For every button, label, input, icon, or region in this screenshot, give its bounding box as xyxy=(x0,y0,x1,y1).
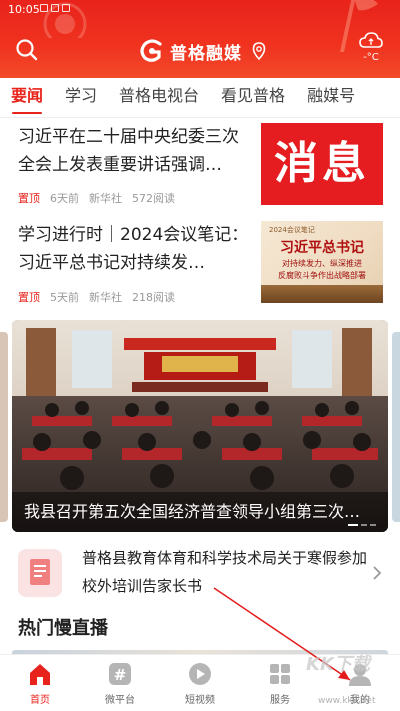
thumbnail-desk xyxy=(261,285,383,303)
notice-title: 普格县教育体育和科学技术局关于寒假参加校外培训告家长书 xyxy=(82,549,368,595)
brand: 普格融媒 xyxy=(138,38,266,64)
tabbar-label: 服务 xyxy=(270,695,290,706)
channel-tabs: 要闻 学习 普格电视台 看见普格 融媒号 xyxy=(0,78,400,118)
banner-caption: 我县召开第五次全国经济普查领导小组第三次… xyxy=(24,502,361,521)
notice-item[interactable]: 普格县教育体育和科学技术局关于寒假参加校外培训告家长书 xyxy=(0,540,400,610)
thumbnail-label: 2024会议笔记 xyxy=(269,226,315,234)
news-source: 新华社 xyxy=(89,291,122,304)
location-icon[interactable] xyxy=(252,42,266,60)
tabbar-video[interactable]: 短视频 xyxy=(160,655,240,711)
news-reads: 218阅读 xyxy=(132,291,175,304)
news-source: 新华社 xyxy=(89,192,122,205)
tab-kanjian[interactable]: 看见普格 xyxy=(210,78,296,118)
indicator-dot xyxy=(370,524,376,526)
pinned-badge: 置顶 xyxy=(18,291,40,304)
grid-icon xyxy=(270,664,290,684)
tabbar-label: 短视频 xyxy=(185,695,215,706)
indicator-dot xyxy=(361,524,367,526)
news-thumbnail[interactable]: 消息 xyxy=(261,123,383,205)
status-time: 10:05 xyxy=(8,3,40,16)
tabs-divider xyxy=(0,117,400,118)
notification-icon xyxy=(40,4,48,12)
tab-rongmeihao[interactable]: 融媒号 xyxy=(296,78,366,118)
banner-carousel[interactable]: 我县召开第五次全国经济普查领导小组第三次… xyxy=(12,320,388,532)
tabbar-home[interactable]: 首页 xyxy=(0,655,80,711)
notification-icon xyxy=(51,4,59,12)
tabbar-weipingtai[interactable]: # 微平台 xyxy=(80,655,160,711)
chevron-right-icon[interactable] xyxy=(372,566,382,580)
thumbnail-line: 对持续发力、纵深推进 xyxy=(282,259,362,268)
news-time: 5天前 xyxy=(50,291,79,304)
pinned-badge: 置顶 xyxy=(18,192,40,205)
cloud-icon xyxy=(359,32,383,48)
indicator-dot xyxy=(348,524,358,526)
news-reads: 572阅读 xyxy=(132,192,175,205)
app-header: 10:05 普格融媒 -°C xyxy=(0,0,400,78)
tabbar-label: 微平台 xyxy=(105,695,135,706)
tabbar-label: 首页 xyxy=(30,695,50,706)
thumbnail-line: 反腐败斗争作出战略部署 xyxy=(278,271,366,280)
news-title[interactable]: 习近平在二十届中央纪委三次全会上发表重要讲话强调… xyxy=(18,123,250,179)
banner-peek-right xyxy=(392,332,400,522)
svg-text:#: # xyxy=(114,666,127,684)
play-icon xyxy=(189,663,211,685)
brand-logo-icon xyxy=(140,39,162,62)
watermark-text: KK下载 xyxy=(306,654,370,675)
news-meta: 置顶 5天前 新华社 218阅读 xyxy=(18,289,175,305)
tab-yaowen[interactable]: 要闻 xyxy=(0,78,54,118)
news-title[interactable]: 学习进行时｜2024会议笔记：习近平总书记对持续发… xyxy=(18,221,250,277)
watermark-url: www.kkx.net xyxy=(318,696,376,706)
notification-icon xyxy=(62,4,70,12)
temperature: -°C xyxy=(363,52,379,63)
tab-tv[interactable]: 普格电视台 xyxy=(108,78,210,118)
hash-icon: # xyxy=(109,663,131,685)
thumbnail-title: 习近平总书记 xyxy=(280,240,364,256)
banner-peek-left xyxy=(0,332,8,522)
home-icon xyxy=(30,664,50,685)
news-time: 6天前 xyxy=(50,192,79,205)
news-meta: 置顶 6天前 新华社 572阅读 xyxy=(18,190,175,206)
search-icon[interactable] xyxy=(14,37,40,63)
banner-indicator xyxy=(348,524,376,526)
status-icons xyxy=(40,4,70,12)
brand-name: 普格融媒 xyxy=(170,43,242,64)
tab-xuexi[interactable]: 学习 xyxy=(54,78,108,118)
document-icon xyxy=(18,549,62,597)
news-thumbnail[interactable]: 2024会议笔记 习近平总书记 对持续发力、纵深推进 反腐败斗争作出战略部署 xyxy=(261,221,383,303)
weather-widget[interactable]: -°C xyxy=(356,30,386,70)
thumbnail-text: 消息 xyxy=(274,138,370,189)
section-title: 热门慢直播 xyxy=(18,618,108,639)
